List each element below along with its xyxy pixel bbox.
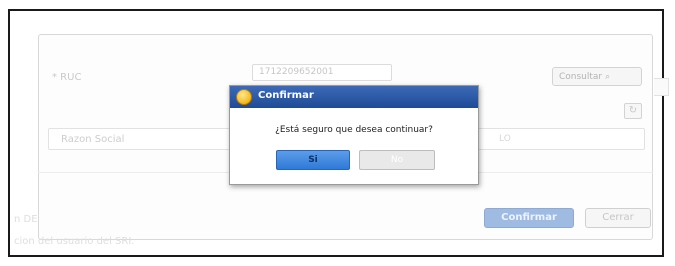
refresh-icon-button[interactable]: ↻ xyxy=(624,103,642,119)
consultar-label: Consultar xyxy=(559,71,603,82)
ruc-input[interactable]: 1712209652001 xyxy=(252,64,392,81)
confirm-dialog: Confirmar ¿Está seguro que desea continu… xyxy=(229,85,479,185)
footer-text-1: n DE xyxy=(14,214,38,225)
side-tab[interactable] xyxy=(654,78,669,96)
yes-button[interactable]: Si xyxy=(276,150,350,170)
no-button[interactable]: No xyxy=(359,150,435,170)
footer-text-2: cion del usuario del SRI. xyxy=(14,236,135,247)
dialog-titlebar[interactable]: Confirmar xyxy=(230,86,478,108)
cerrar-button[interactable]: Cerrar xyxy=(585,208,651,228)
razon-social-label: Razon Social xyxy=(61,134,125,145)
confirmar-button[interactable]: Confirmar xyxy=(484,208,574,228)
refresh-icon: ↻ xyxy=(628,105,638,116)
ruc-label: * RUC xyxy=(52,72,82,83)
dialog-title: Confirmar xyxy=(258,90,314,101)
warning-icon xyxy=(236,89,252,105)
consultar-button[interactable]: Consultar ⌕ xyxy=(552,67,642,86)
dialog-message: ¿Está seguro que desea continuar? xyxy=(275,125,433,135)
search-icon: ⌕ xyxy=(605,71,611,82)
razon-social-value: LO xyxy=(499,134,511,144)
